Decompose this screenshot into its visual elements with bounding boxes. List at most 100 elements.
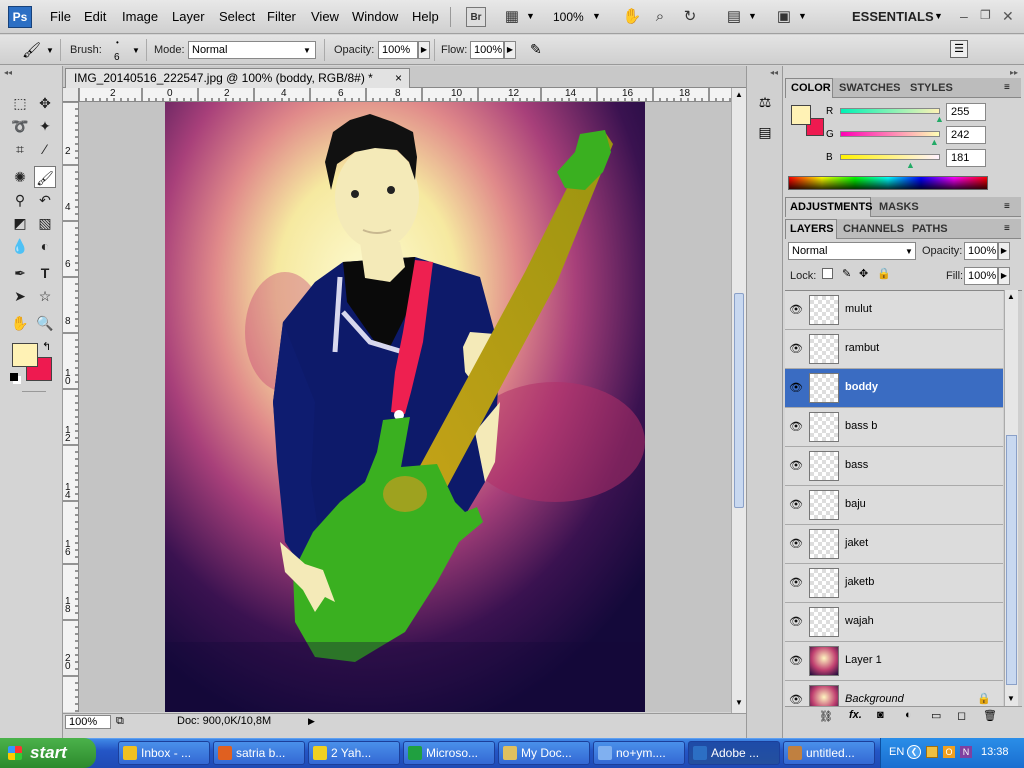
slider-thumb-icon[interactable]: ▲: [906, 160, 915, 170]
channel-b-slider[interactable]: [840, 154, 940, 160]
magic-wand-tool-icon[interactable]: ✦: [34, 115, 56, 137]
taskbar-item[interactable]: 2 Yah...: [308, 741, 400, 765]
channel-g-slider[interactable]: [840, 131, 940, 137]
layer-name[interactable]: wajah: [845, 615, 874, 627]
tab-masks[interactable]: MASKS: [879, 201, 919, 213]
chevron-down-icon[interactable]: ▼: [905, 247, 913, 256]
visibility-eye-icon[interactable]: 👁: [789, 381, 803, 395]
taskbar-item[interactable]: untitled...: [783, 741, 875, 765]
channel-r-slider[interactable]: [840, 108, 940, 114]
document-tab[interactable]: IMG_20140516_222547.jpg @ 100% (boddy, R…: [65, 68, 410, 88]
language-indicator[interactable]: EN: [889, 746, 904, 758]
blend-mode-select[interactable]: Normal: [788, 242, 916, 260]
scroll-up-icon[interactable]: ▲: [1007, 292, 1015, 301]
chevron-down-icon[interactable]: ▼: [132, 46, 140, 55]
slider-thumb-icon[interactable]: ▲: [930, 137, 939, 147]
taskbar-item[interactable]: Inbox - ...: [118, 741, 210, 765]
slider-thumb-icon[interactable]: ▲: [935, 114, 944, 124]
foreground-color-swatch[interactable]: [791, 105, 811, 125]
default-colors-icon[interactable]: [10, 373, 18, 381]
history-brush-tool-icon[interactable]: ↶: [34, 189, 56, 211]
blur-tool-icon[interactable]: 💧: [9, 235, 31, 257]
layer-row[interactable]: 👁 wajah: [785, 603, 1003, 642]
layer-name[interactable]: jaketb: [845, 576, 874, 588]
tab-paths[interactable]: PATHS: [912, 223, 948, 235]
minimize-icon[interactable]: –: [960, 8, 968, 24]
tab-adjustments[interactable]: ADJUSTMENTS: [790, 201, 873, 213]
workspace-switcher[interactable]: ESSENTIALS: [852, 9, 934, 24]
path-selection-tool-icon[interactable]: ➤: [9, 285, 31, 307]
layer-name[interactable]: boddy: [845, 381, 878, 393]
lock-transparent-icon[interactable]: [822, 268, 833, 279]
foreground-color-swatch-top[interactable]: [12, 343, 38, 367]
layer-row[interactable]: 👁 bass b: [785, 408, 1003, 447]
chevron-down-icon[interactable]: ▼: [592, 11, 601, 21]
menu-select[interactable]: Select: [219, 9, 255, 24]
brush-size[interactable]: 6: [114, 52, 120, 63]
close-tab-icon[interactable]: ×: [395, 71, 402, 85]
panel-menu-icon[interactable]: ☰: [950, 40, 968, 58]
menu-filter[interactable]: Filter: [267, 9, 296, 24]
scroll-down-icon[interactable]: ▼: [735, 698, 743, 707]
link-layers-icon[interactable]: ⛓: [819, 710, 833, 723]
zoom-level[interactable]: 100%: [553, 10, 584, 24]
color-ramp[interactable]: [788, 176, 988, 190]
lock-pixels-icon[interactable]: ✎: [842, 267, 851, 280]
visibility-eye-icon[interactable]: 👁: [789, 615, 803, 629]
brush-tool-icon[interactable]: 🖌: [34, 166, 56, 188]
chevron-down-icon[interactable]: ▼: [748, 11, 757, 21]
chevron-right-icon[interactable]: ▶: [418, 41, 430, 59]
layer-name[interactable]: Layer 1: [845, 654, 882, 666]
marquee-tool-icon[interactable]: ⬚: [9, 92, 31, 114]
lock-position-icon[interactable]: ✥: [859, 267, 868, 280]
gradient-tool-icon[interactable]: ▧: [34, 212, 56, 234]
layer-name[interactable]: bass: [845, 459, 868, 471]
actions-panel-icon[interactable]: ▤: [755, 124, 775, 144]
visibility-eye-icon[interactable]: 👁: [789, 420, 803, 434]
clock[interactable]: 13:38: [981, 746, 1009, 758]
scroll-down-icon[interactable]: ▼: [1007, 694, 1015, 703]
fx-icon[interactable]: fx.: [849, 709, 862, 721]
ruler-origin[interactable]: [63, 88, 79, 102]
tray-arrow-icon[interactable]: ❮: [907, 745, 921, 759]
delete-layer-icon[interactable]: 🗑: [983, 709, 997, 722]
chevron-right-icon[interactable]: ▶: [504, 41, 516, 59]
chevron-right-icon[interactable]: ▶: [998, 242, 1010, 260]
start-button[interactable]: start: [0, 738, 96, 768]
fill-input[interactable]: 100%: [964, 267, 998, 285]
panel-menu-icon[interactable]: ≡: [1004, 223, 1010, 234]
eyedropper-tool-icon[interactable]: ⁄: [34, 138, 56, 160]
taskbar-item[interactable]: Microso...: [403, 741, 495, 765]
visibility-eye-icon[interactable]: 👁: [789, 693, 803, 706]
channel-b-input[interactable]: 181: [946, 149, 986, 167]
vertical-ruler[interactable]: 2 4 6 8 1 0 1 2 1 4 1 6 1 8 2 0: [63, 102, 79, 712]
horizontal-ruler[interactable]: 2 0 2 4 6 8 10 12 14 16 18: [79, 88, 731, 102]
hand-icon[interactable]: ✋: [622, 7, 642, 27]
taskbar-item[interactable]: My Doc...: [498, 741, 590, 765]
layer-row[interactable]: 👁 jaket: [785, 525, 1003, 564]
scrollbar-thumb[interactable]: [734, 293, 744, 508]
layer-row[interactable]: 👁 jaketb: [785, 564, 1003, 603]
tab-layers[interactable]: LAYERS: [790, 223, 834, 235]
visibility-eye-icon[interactable]: 👁: [789, 303, 803, 317]
channel-r-input[interactable]: 255: [946, 103, 986, 121]
tab-color[interactable]: COLOR: [791, 82, 831, 94]
type-tool-icon[interactable]: T: [34, 262, 56, 284]
pen-tool-icon[interactable]: ✒: [9, 262, 31, 284]
menu-file[interactable]: File: [50, 9, 71, 24]
history-panel-icon[interactable]: ⚖: [755, 94, 775, 114]
screen-mode-icon[interactable]: ▣: [774, 7, 794, 27]
scrollbar-thumb[interactable]: [1006, 435, 1017, 685]
expand-icon[interactable]: ▸▸: [1010, 68, 1018, 77]
flow-input[interactable]: 100%: [470, 41, 504, 59]
chevron-down-icon[interactable]: ▼: [46, 46, 54, 55]
hand-tool-icon[interactable]: ✋: [9, 312, 31, 334]
visibility-eye-icon[interactable]: 👁: [789, 342, 803, 356]
restore-icon[interactable]: ❐: [980, 8, 991, 22]
arrange-documents-icon[interactable]: ▤: [724, 7, 744, 27]
tray-onenote-icon[interactable]: N: [960, 746, 972, 758]
visibility-eye-icon[interactable]: 👁: [789, 459, 803, 473]
lock-all-icon[interactable]: 🔒: [877, 267, 891, 280]
layer-row[interactable]: 👁 rambut: [785, 330, 1003, 369]
panel-menu-icon[interactable]: ≡: [1004, 82, 1010, 93]
